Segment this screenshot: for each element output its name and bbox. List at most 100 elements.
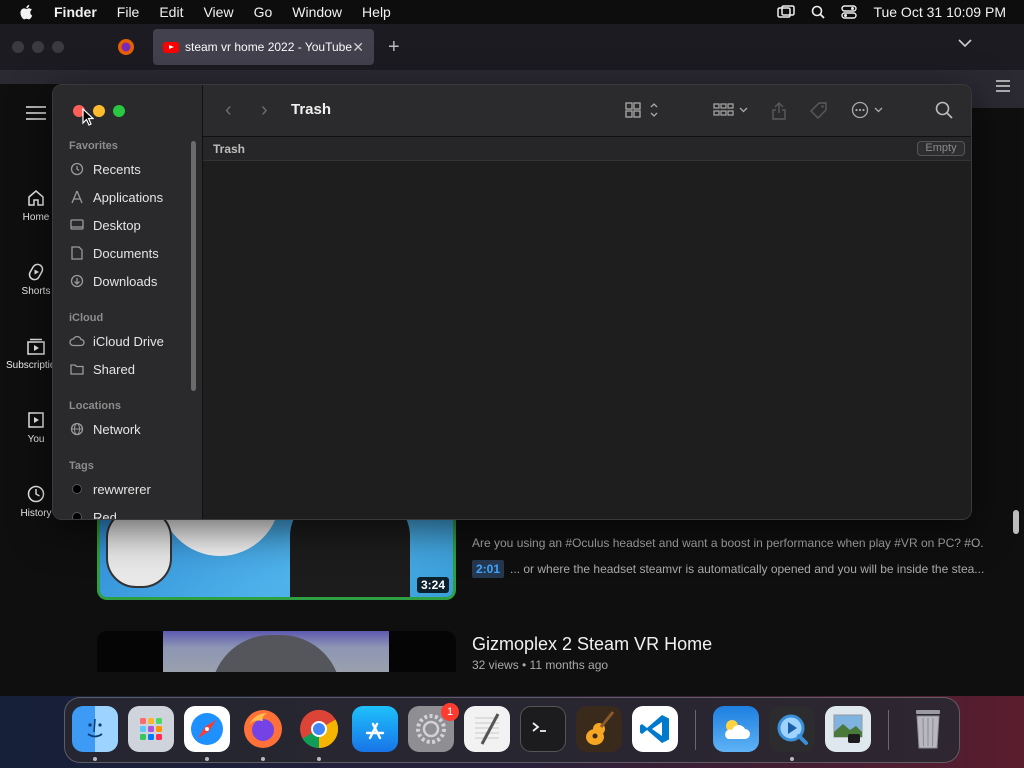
tag-icon[interactable] (809, 101, 829, 121)
dock-firefox-icon[interactable] (240, 706, 286, 752)
sidebar-item-label: Applications (93, 189, 164, 205)
tab-youtube[interactable]: steam vr home 2022 - YouTube ✕ (153, 29, 374, 65)
window-title: Trash (291, 101, 332, 118)
menu-edit[interactable]: Edit (159, 4, 183, 20)
finder-window: Favorites Recents Applications Desktop D… (52, 84, 972, 520)
finder-toolbar: ‹ › Trash (203, 85, 971, 137)
notification-badge: 1 (441, 703, 459, 721)
thumbnail-art (163, 631, 389, 672)
menu-view[interactable]: View (203, 4, 233, 20)
sidebar-item-icloud-drive[interactable]: iCloud Drive (69, 330, 164, 352)
sidebar-item-network[interactable]: Network (69, 418, 141, 440)
section-locations: Locations (69, 400, 121, 412)
page-scrollbar[interactable] (1013, 510, 1019, 534)
dock-separator (888, 710, 889, 750)
running-indicator (205, 757, 209, 761)
menu-file[interactable]: File (117, 4, 140, 20)
more-actions-icon[interactable] (851, 101, 887, 119)
browser-close-button[interactable] (12, 41, 24, 53)
dock (64, 697, 960, 763)
sidebar-item-label: Downloads (93, 273, 158, 289)
sidebar-item-desktop[interactable]: Desktop (69, 214, 141, 236)
dock-vscode-icon[interactable] (632, 706, 678, 752)
sidebar-item-downloads[interactable]: Downloads (69, 270, 157, 292)
applications-icon (69, 189, 85, 205)
menu-go[interactable]: Go (254, 4, 273, 20)
running-indicator (790, 757, 794, 761)
video-duration: 3:24 (416, 577, 449, 593)
shorts-icon (28, 263, 44, 281)
dock-safari-icon[interactable] (184, 706, 230, 752)
yt-nav-label: You (27, 434, 45, 445)
sidebar-item-label: iCloud Drive (93, 333, 164, 349)
thumbnail-art (211, 635, 341, 672)
forward-chevron-icon[interactable]: › (261, 99, 268, 122)
tag-dot-icon (69, 509, 85, 519)
back-chevron-icon[interactable]: ‹ (225, 99, 232, 122)
chapter-text: ... or where the headset steamvr is auto… (510, 562, 984, 576)
browser-zoom-button[interactable] (52, 41, 64, 53)
control-center-icon[interactable] (841, 5, 858, 19)
video-thumbnail[interactable] (97, 631, 456, 672)
dock-garageband-icon[interactable] (576, 706, 622, 752)
dock-textedit-icon[interactable] (464, 706, 510, 752)
youtube-menu-icon[interactable] (26, 106, 46, 120)
section-icloud: iCloud (69, 312, 104, 324)
clock[interactable]: Tue Oct 31 10:09 PM (873, 4, 1006, 20)
dock-launchpad-icon[interactable] (128, 706, 174, 752)
library-icon (28, 412, 44, 428)
list-all-tabs-icon[interactable] (958, 38, 972, 48)
screen-mirroring-icon[interactable] (777, 5, 796, 19)
menu-app-finder[interactable]: Finder (54, 4, 97, 20)
yt-nav-label: History (20, 508, 52, 519)
sidebar-item-applications[interactable]: Applications (69, 186, 163, 208)
menu-window[interactable]: Window (292, 4, 342, 20)
spotlight-search-icon[interactable] (811, 5, 826, 19)
sidebar-item-documents[interactable]: Documents (69, 242, 159, 264)
firefox-view-icon[interactable] (117, 38, 135, 56)
dock-finder-icon[interactable] (72, 706, 118, 752)
mouse-cursor-icon (82, 108, 94, 126)
search-icon[interactable] (935, 101, 953, 119)
youtube-favicon-icon (163, 41, 179, 53)
sidebar-scrollbar[interactable] (191, 141, 196, 391)
video-description: Are you using an #Oculus headset and wan… (472, 536, 984, 550)
sidebar-item-recents[interactable]: Recents (69, 158, 141, 180)
tab-close-icon[interactable]: ✕ (352, 39, 364, 56)
browser-minimize-button[interactable] (32, 41, 44, 53)
running-indicator (317, 757, 321, 761)
zoom-button[interactable] (113, 105, 125, 117)
group-by-icon[interactable] (713, 101, 749, 119)
dock-app-store-icon[interactable] (352, 706, 398, 752)
dock-terminal-icon[interactable] (520, 706, 566, 752)
empty-trash-button[interactable]: Empty (917, 141, 965, 156)
view-mode-icon[interactable] (625, 101, 659, 119)
video-title[interactable]: Gizmoplex 2 Steam VR Home (472, 634, 712, 655)
sidebar-item-label: Recents (93, 161, 141, 177)
dock-chrome-icon[interactable] (296, 706, 342, 752)
finder-content: ‹ › Trash Trash Empty (203, 85, 971, 519)
share-icon[interactable] (771, 101, 787, 121)
cloud-icon (69, 333, 85, 349)
sidebar-item-label: Desktop (93, 217, 141, 233)
sidebar-item-label: Documents (93, 245, 159, 261)
dock-weather-icon[interactable] (713, 706, 759, 752)
apple-icon[interactable] (18, 3, 36, 21)
dock-preview-icon[interactable] (825, 706, 871, 752)
running-indicator (93, 757, 97, 761)
video-chapter: 2:01 ... or where the headset steamvr is… (472, 560, 984, 578)
menu-help[interactable]: Help (362, 4, 391, 20)
sidebar-item-shared[interactable]: Shared (69, 358, 135, 380)
running-indicator (261, 757, 265, 761)
sidebar-item-tag[interactable]: Red (69, 506, 117, 519)
sidebar-item-tag[interactable]: rewwrerer (69, 478, 151, 500)
minimize-button[interactable] (93, 105, 105, 117)
section-favorites: Favorites (69, 140, 118, 152)
download-icon (69, 273, 85, 289)
new-tab-button[interactable]: + (388, 36, 400, 59)
trash-header-bar: Trash Empty (203, 137, 971, 161)
dock-trash-icon[interactable] (905, 706, 951, 752)
chapter-timestamp-link[interactable]: 2:01 (472, 560, 505, 578)
tab-title: steam vr home 2022 - YouTube (185, 40, 352, 54)
dock-quicktime-icon[interactable] (769, 706, 815, 752)
